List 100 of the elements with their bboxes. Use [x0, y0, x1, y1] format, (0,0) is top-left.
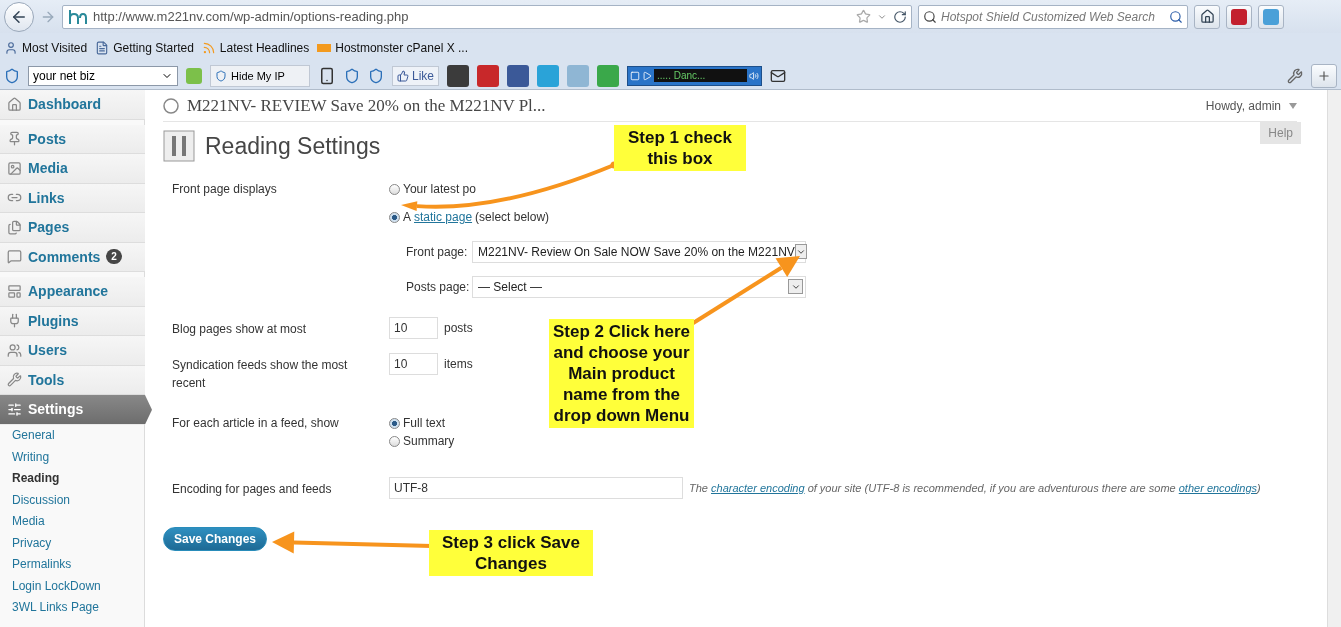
circle-logo — [163, 97, 179, 114]
page-icon — [95, 40, 110, 55]
radio-option[interactable]: Full text — [389, 414, 445, 432]
callout-note: Step 2 Click here and choose your Main product name from the drop down Menu — [549, 319, 694, 428]
save-button[interactable]: Save Changes — [163, 527, 267, 551]
back-button[interactable] — [4, 1, 34, 32]
dropdown-button[interactable] — [794, 244, 807, 259]
menu-icon — [7, 283, 22, 299]
feed-icon — [201, 40, 216, 55]
track-title: ..... Danc... — [654, 69, 747, 82]
play-icon — [642, 70, 652, 81]
shield-icon[interactable] — [344, 67, 360, 84]
wrench-icon[interactable] — [1287, 67, 1303, 84]
menu-item[interactable]: Posts — [0, 124, 145, 154]
stop-icon — [630, 70, 640, 81]
home-icon — [1199, 9, 1215, 24]
field-label: For each article in a feed, show — [172, 415, 340, 432]
count-badge: 2 — [106, 249, 122, 265]
bookmark-link[interactable]: Getting Started — [95, 40, 194, 55]
dropdown-button[interactable] — [788, 279, 803, 294]
field-label: Syndication feeds show the most recent — [172, 357, 349, 392]
field-label: Front page displays — [172, 181, 278, 198]
radio-option[interactable]: A static page (select below) — [389, 202, 550, 232]
submenu-item[interactable]: Writing — [0, 446, 144, 468]
help-tab[interactable]: Help — [1260, 122, 1301, 144]
phone-icon[interactable] — [318, 66, 336, 85]
bookmark-link[interactable]: Latest Headlines — [201, 40, 310, 55]
menu-item[interactable]: Settings — [0, 395, 152, 425]
shield-icon — [215, 69, 227, 82]
plus-icon — [1317, 68, 1331, 83]
reload-icon[interactable] — [893, 9, 907, 24]
page-select[interactable]: M221NV- Review On Sale NOW Save 20% on the M221NV — [472, 240, 806, 263]
submenu-item[interactable]: Login LockDown — [0, 575, 144, 597]
site-title[interactable]: M221NV- REVIEW Save 20% on the M221NV Pl... — [187, 95, 546, 116]
hide-ip-button[interactable]: Hide My IP — [210, 64, 310, 87]
menu-icon — [7, 219, 22, 235]
page-title: Reading Settings — [205, 132, 381, 160]
submenu-item[interactable]: Media — [0, 510, 144, 532]
panel-icon — [317, 41, 332, 54]
menu-icon — [7, 249, 22, 265]
menu-item[interactable]: Pages — [0, 213, 145, 243]
submenu-item[interactable]: Permalinks — [0, 553, 144, 575]
search-placeholder: Hotspot Shield Customized Web Search — [941, 9, 1156, 24]
number-field[interactable]: 10 — [389, 317, 438, 339]
menu-item[interactable]: Links — [0, 183, 145, 213]
bookmark-link[interactable]: Most Visited — [4, 40, 88, 55]
home-button[interactable] — [1194, 4, 1220, 29]
search-icon[interactable] — [1169, 9, 1183, 24]
menu-item[interactable]: Dashboard — [0, 90, 145, 120]
menu-icon — [7, 372, 22, 388]
number-field[interactable]: 10 — [389, 353, 438, 375]
submenu-item[interactable]: 3WL Links Page — [0, 596, 144, 618]
settings-icon — [163, 130, 195, 162]
caret-icon[interactable] — [1289, 102, 1297, 109]
submenu-item[interactable]: Discussion — [0, 489, 144, 511]
menu-icon — [7, 401, 22, 417]
submenu-item[interactable]: Privacy — [0, 532, 144, 554]
menu-item[interactable]: Appearance — [0, 277, 145, 307]
callout-note: Step 3 click Save Changes — [429, 530, 593, 576]
radio-option[interactable]: Your latest po — [389, 180, 476, 198]
select-label: Front page: — [406, 244, 466, 259]
menu-icon — [7, 96, 22, 112]
shield-icon[interactable] — [368, 67, 384, 84]
menu-item[interactable]: Media — [0, 154, 145, 184]
add-button[interactable] — [1311, 63, 1337, 88]
menu-item[interactable]: Tools — [0, 365, 145, 395]
menu-item[interactable]: Comments 2 — [0, 242, 145, 272]
addon-button[interactable] — [1258, 4, 1284, 29]
submenu-item[interactable]: Reading — [0, 467, 144, 489]
menu-icon — [7, 342, 22, 358]
person-icon — [4, 40, 18, 55]
bookmark-link[interactable]: Hostmonster cPanel X ... — [317, 40, 468, 55]
menu-icon — [7, 160, 22, 176]
mail-icon[interactable] — [770, 67, 786, 84]
shield-icon[interactable] — [4, 67, 20, 84]
address-bar[interactable]: http://www.m221nv.com/wp-admin/options-reading.php — [62, 4, 912, 29]
page-select[interactable]: — Select — — [472, 275, 806, 298]
menu-item[interactable]: Plugins — [0, 306, 145, 336]
toolbar-search-field[interactable]: your net biz — [28, 65, 178, 86]
static-page-link[interactable]: static page — [414, 210, 473, 224]
menu-icon — [7, 313, 22, 329]
submenu-item[interactable]: General — [0, 424, 144, 446]
field-label: Encoding for pages and feeds — [172, 481, 333, 498]
scrollbar[interactable] — [1327, 90, 1341, 627]
bookmark-star-icon[interactable] — [856, 9, 871, 24]
menu-item[interactable]: Users — [0, 336, 145, 366]
menu-icon — [7, 131, 22, 147]
media-player[interactable]: ..... Danc... — [627, 65, 762, 86]
volume-icon — [749, 70, 759, 81]
greeting-text[interactable]: Howdy, admin — [1205, 98, 1281, 113]
url-text: http://www.m221nv.com/wp-admin/options-reading.php — [93, 9, 410, 24]
encoding-field[interactable]: UTF-8 — [389, 477, 683, 499]
help-link[interactable]: character encoding — [711, 482, 805, 494]
search-field[interactable]: Hotspot Shield Customized Web Search — [918, 4, 1188, 29]
unit-text: items — [444, 357, 473, 371]
like-button[interactable]: Like — [392, 65, 439, 86]
addon-button[interactable] — [1226, 4, 1252, 29]
callout-note: Step 1 check this box — [614, 125, 746, 171]
search-engine-icon — [923, 9, 937, 24]
radio-option[interactable]: Summary — [389, 432, 455, 450]
